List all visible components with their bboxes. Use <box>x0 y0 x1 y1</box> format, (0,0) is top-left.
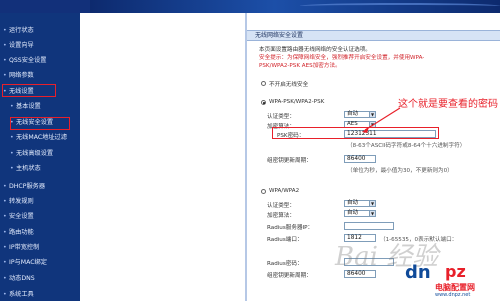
radio-wpa-psk[interactable] <box>261 100 266 105</box>
chevron-down-icon: ▼ <box>369 112 375 117</box>
sidebar-item-label: IP带宽控制 <box>9 244 40 251</box>
label-wpa-wpa2: WPA/WPA2 <box>269 188 300 194</box>
label-wpa-psk: WPA-PSK/WPA2-PSK <box>269 99 325 105</box>
intro-text: 本页面设置路由器无线网络的安全认证选项。 <box>259 47 371 53</box>
auth-type2-label: 认证类型： <box>267 203 295 209</box>
sidebar-item-label: 网络参数 <box>9 72 34 79</box>
sidebar-item[interactable]: • 设置向导 <box>3 40 80 51</box>
sidebar-item[interactable]: • 主机状态 <box>10 163 80 174</box>
chevron-down-icon: ▼ <box>369 201 375 206</box>
sidebar-item-label: 主机状态 <box>16 165 41 172</box>
encryption2-select[interactable]: 自动 ▼ <box>344 210 376 217</box>
chevron-down-icon: ▼ <box>369 211 375 216</box>
radius-port-label: Radius端口： <box>267 237 303 243</box>
group-key-renew-input[interactable]: 86400 <box>344 155 376 163</box>
encryption2-value: 自动 <box>347 210 359 216</box>
sidebar-item-label: 动态DNS <box>9 275 35 282</box>
sidebar-item[interactable]: • 动态DNS <box>3 273 80 284</box>
group-key-renew2-label: 组密钥更新周期： <box>267 273 312 279</box>
sidebar-item[interactable]: • 系统工具 <box>3 289 80 300</box>
highlight-psk-password <box>272 127 439 139</box>
highlight-wireless-settings <box>2 84 56 97</box>
auth-type-label: 认证类型： <box>267 114 295 120</box>
sidebar-item[interactable]: • 路由功能 <box>3 227 80 238</box>
radius-ip-label: Radius服务器IP： <box>267 225 314 231</box>
security-tip: 安全提示：为保障网络安全，强烈推荐开启安全设置，并使用WPA- <box>259 55 425 61</box>
top-banner <box>0 0 500 13</box>
highlight-wireless-security <box>10 117 70 130</box>
sidebar-item[interactable]: • IP带宽控制 <box>3 242 80 253</box>
sidebar-item[interactable]: • IP与MAC绑定 <box>3 257 80 268</box>
encryption2-label: 加密算法： <box>267 213 295 219</box>
sidebar-item[interactable]: • 无线高级设置 <box>10 148 80 159</box>
logo-pz: pz <box>445 262 466 281</box>
radius-password-label: Radius密码： <box>267 261 303 267</box>
sidebar-item-label: IP与MAC绑定 <box>9 259 47 266</box>
sidebar-item-label: 安全设置 <box>9 213 34 220</box>
banner-swoosh <box>300 3 500 9</box>
annotation-text: 这个就是要查看的密码 <box>398 99 498 110</box>
psk-hint: （8-63个ASCII码字符或8-64个十六进制字符） <box>347 143 466 149</box>
sidebar-item-label: 无线MAC地址过滤 <box>16 134 67 141</box>
radius-ip-input[interactable] <box>344 222 394 230</box>
sidebar-item[interactable]: • 转发规则 <box>3 196 80 207</box>
sidebar-item-label: 无线高级设置 <box>16 150 54 157</box>
radio-wpa-wpa2[interactable] <box>261 189 266 194</box>
renew-hint: （单位为秒，最小值为30，不更新则为0） <box>347 168 453 174</box>
logo-dn: dn <box>405 262 431 283</box>
sidebar-item-label: 设置向导 <box>9 42 34 49</box>
site-logo-watermark: dn pz 电脑配置网 www.dnpz.net <box>405 258 500 301</box>
logo-url: www.dnpz.net <box>435 292 471 298</box>
auth-type-value: 自动 <box>347 111 359 117</box>
sidebar-item[interactable]: • 安全设置 <box>3 211 80 222</box>
sidebar-item-label: 路由功能 <box>9 229 34 236</box>
sidebar-item-label: QSS安全设置 <box>9 57 47 64</box>
auth-type-select[interactable]: 自动 ▼ <box>344 111 376 118</box>
sidebar: • 运行状态 • 设置向导 • QSS安全设置 • 网络参数 • 无线设置 • 基本设置 • 无线安全设置… <box>0 13 80 301</box>
sidebar-item-label: 系统工具 <box>9 291 34 298</box>
sidebar-item-label: 转发规则 <box>9 198 34 205</box>
group-key-renew-label: 组密钥更新周期： <box>267 158 312 164</box>
sidebar-item-label: DHCP服务器 <box>9 183 46 190</box>
sidebar-item[interactable]: • 网络参数 <box>3 70 80 81</box>
sidebar-item[interactable]: • QSS安全设置 <box>3 55 80 66</box>
auth-type2-value: 自动 <box>347 200 359 206</box>
security-tip-cont: PSK/WPA2-PSK AES加密方法。 <box>259 63 341 69</box>
panel-header: 无线网络安全设置 <box>247 30 500 41</box>
sidebar-item[interactable]: • 基本设置 <box>10 101 80 112</box>
label-no-security: 不开启无线安全 <box>269 82 309 88</box>
blank-area <box>80 13 245 301</box>
sidebar-item[interactable]: • 无线MAC地址过滤 <box>10 132 80 143</box>
auth-type2-select[interactable]: 自动 ▼ <box>344 200 376 207</box>
sidebar-item[interactable]: • 运行状态 <box>3 25 80 36</box>
sidebar-item-label: 基本设置 <box>16 103 41 110</box>
radio-no-security[interactable] <box>261 81 266 86</box>
sidebar-item[interactable]: • DHCP服务器 <box>3 181 80 192</box>
sidebar-item-label: 运行状态 <box>9 27 34 34</box>
